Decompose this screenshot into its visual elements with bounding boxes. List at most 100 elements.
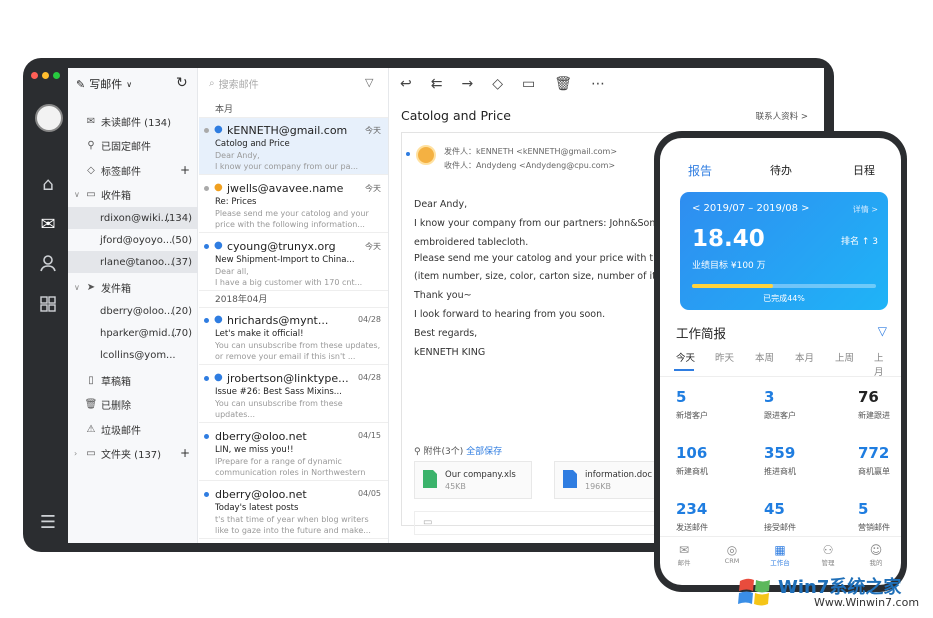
filter-icon[interactable]: ▽: [365, 76, 373, 89]
menu-icon[interactable]: ☰: [37, 512, 59, 534]
to-value[interactable]: Andydeng <Andydeng@cpu.com>: [476, 161, 615, 170]
folder-deleted[interactable]: 🗑 已删除: [68, 393, 198, 415]
nav-me[interactable]: ☺ 我的: [856, 543, 896, 567]
date-range[interactable]: < 2019/07 – 2019/08 >: [692, 203, 810, 214]
person-icon: ●: [214, 372, 223, 383]
folder-tagged[interactable]: ◇ 标签邮件 +: [68, 159, 198, 181]
list-item[interactable]: dberry@oloo.net 04/15 LIN, we miss you!!…: [199, 424, 388, 481]
mail-icon[interactable]: ✉: [37, 214, 59, 236]
stat-received-mail[interactable]: 45 接受邮件: [764, 500, 824, 533]
stat-label: 推进商机: [764, 467, 796, 476]
count-badge: (20): [171, 305, 192, 317]
folder-pane: ✎ 写邮件 ∨ ↻ ✉ 未读邮件 (134) ⚲ 已固定邮件 ◇ 标签邮件 + ∨ ▭ 收件…: [68, 68, 198, 543]
period-last-month[interactable]: 上月: [874, 350, 891, 378]
folder-unread[interactable]: ✉ 未读邮件 (134): [68, 110, 198, 132]
close-dot[interactable]: [31, 72, 38, 79]
period-yesterday[interactable]: 昨天: [715, 350, 734, 364]
folder-sent[interactable]: ∨ ➤ 发件箱: [68, 276, 198, 298]
compose-button[interactable]: ✎ 写邮件 ∨: [76, 76, 132, 92]
search-input[interactable]: ⌕ 搜索邮件: [209, 76, 259, 91]
forward-icon[interactable]: →: [461, 76, 473, 92]
body-line: Thank you~: [414, 290, 472, 301]
avatar[interactable]: [35, 104, 63, 132]
list-item[interactable]: ● jwells@avavee.name 今天 Re: Prices Pleas…: [199, 176, 388, 233]
reply-all-icon[interactable]: ⇇: [431, 76, 443, 92]
stat-new-customers[interactable]: 5 新增客户: [676, 388, 736, 421]
nav-manage[interactable]: ⚇ 管理: [808, 543, 848, 567]
attachment-xls[interactable]: Our company.xls 45KB: [414, 461, 532, 499]
list-item[interactable]: ● cyoung@trunyx.org 今天 New Shipment-Impo…: [199, 234, 388, 291]
reply-icon[interactable]: ↩: [400, 76, 412, 92]
nav-workbench[interactable]: ▦ 工作台: [760, 543, 800, 567]
more-icon[interactable]: ⋯: [591, 76, 605, 92]
list-item[interactable]: ● hrichards@mynt... 04/28 Let's make it …: [199, 308, 388, 365]
list-item[interactable]: ● jrobertson@linktype... 04/28 Issue #26…: [199, 366, 388, 423]
message-subject: New Shipment-Import to China...: [215, 255, 355, 265]
tab-report[interactable]: 报告: [688, 162, 712, 179]
folder-spam[interactable]: ⚠ 垃圾邮件: [68, 418, 198, 440]
performance-value: 18.40: [692, 226, 765, 252]
save-all-link[interactable]: 全部保存: [466, 447, 502, 457]
message-preview: Dear all, I have a big customer with 170…: [215, 267, 363, 287]
period-week[interactable]: 本周: [755, 350, 774, 364]
detail-link[interactable]: 详情 >: [853, 204, 878, 215]
account-label: rdixon@wiki...: [100, 212, 171, 224]
count-badge: (134): [165, 212, 192, 224]
home-icon[interactable]: ⌂: [37, 174, 59, 196]
refresh-icon[interactable]: ↻: [176, 75, 188, 91]
stat-won-opportunities[interactable]: 772 商机赢单: [858, 444, 901, 477]
folder-drafts[interactable]: ▯ 草稿箱: [68, 369, 198, 391]
stat-new-followups[interactable]: 76 新建跟进: [858, 388, 901, 421]
stat-advanced-opportunities[interactable]: 359 推进商机: [764, 444, 824, 477]
stat-sent-mail[interactable]: 234 发送邮件: [676, 500, 736, 533]
folder-icon[interactable]: ▭: [522, 76, 535, 92]
folder-pinned[interactable]: ⚲ 已固定邮件: [68, 134, 198, 156]
minimize-dot[interactable]: [42, 72, 49, 79]
list-item[interactable]: ● kENNETH@gmail.com 今天 Catolog and Price…: [199, 118, 388, 175]
tab-todo[interactable]: 待办: [770, 162, 792, 178]
attachment-size: 45KB: [445, 482, 466, 491]
period-last-week[interactable]: 上周: [835, 350, 854, 364]
tab-schedule[interactable]: 日程: [853, 162, 875, 178]
from-value[interactable]: kENNETH <kENNETH@gmail.com>: [476, 147, 617, 156]
workbench-icon: ▦: [774, 543, 786, 557]
account-dberry[interactable]: dberry@oloo... (20): [68, 300, 198, 322]
add-icon[interactable]: +: [180, 163, 190, 177]
stat-value: 234: [676, 500, 708, 518]
message-from: hrichards@mynt...: [227, 314, 329, 327]
folder-inbox[interactable]: ∨ ▭ 收件箱: [68, 183, 198, 205]
period-month[interactable]: 本月: [795, 350, 814, 364]
message-subject: Issue #26: Best Sass Mixins...: [215, 387, 342, 397]
account-hparker[interactable]: hparker@mid... (70): [68, 322, 198, 344]
search-placeholder: 搜索邮件: [218, 80, 259, 91]
stat-new-opportunities[interactable]: 106 新建商机: [676, 444, 736, 477]
tag-icon[interactable]: ◇: [492, 76, 503, 92]
apps-icon[interactable]: [37, 296, 59, 318]
account-rlane[interactable]: rlane@tanoo... (37): [68, 251, 198, 273]
nav-mail[interactable]: ✉ 邮件: [664, 543, 704, 567]
folder-folders[interactable]: › ▭ 文件夹 (137) +: [68, 442, 198, 464]
from-label: 发件人：: [444, 147, 476, 156]
maximize-dot[interactable]: [53, 72, 60, 79]
unread-dot: [406, 152, 410, 156]
filter-icon[interactable]: ▽: [878, 324, 887, 338]
add-icon[interactable]: +: [180, 446, 190, 460]
folder-icon: ▭: [86, 447, 96, 459]
stat-marketing-mail[interactable]: 5 营销邮件: [858, 500, 901, 533]
contact-link[interactable]: 联系人资料 >: [756, 110, 808, 122]
trash-icon[interactable]: 🗑: [554, 76, 572, 92]
account-jford[interactable]: jford@oyoyo... (50): [68, 229, 198, 251]
period-today[interactable]: 今天: [676, 350, 695, 364]
account-rdixon[interactable]: rdixon@wiki... (134): [68, 207, 198, 229]
message-date: 04/15: [357, 431, 381, 440]
performance-card[interactable]: < 2019/07 – 2019/08 > 详情 > 18.40 排名 ↑ 3 …: [680, 192, 888, 310]
stat-followed-customers[interactable]: 3 跟进客户: [764, 388, 824, 421]
progress-bar: [692, 284, 876, 288]
nav-crm[interactable]: ◎ CRM: [712, 543, 752, 565]
body-line: Please send me your catolog and your pri…: [414, 253, 672, 264]
list-item[interactable]: dberry@oloo.net 04/05 Today's latest pos…: [199, 482, 388, 539]
contacts-icon[interactable]: [37, 254, 59, 276]
body-line: (item number, size, color, carton size, …: [414, 271, 671, 282]
section-header: 2018年04月: [199, 292, 388, 308]
account-lcollins[interactable]: lcollins@yom...: [68, 344, 198, 366]
